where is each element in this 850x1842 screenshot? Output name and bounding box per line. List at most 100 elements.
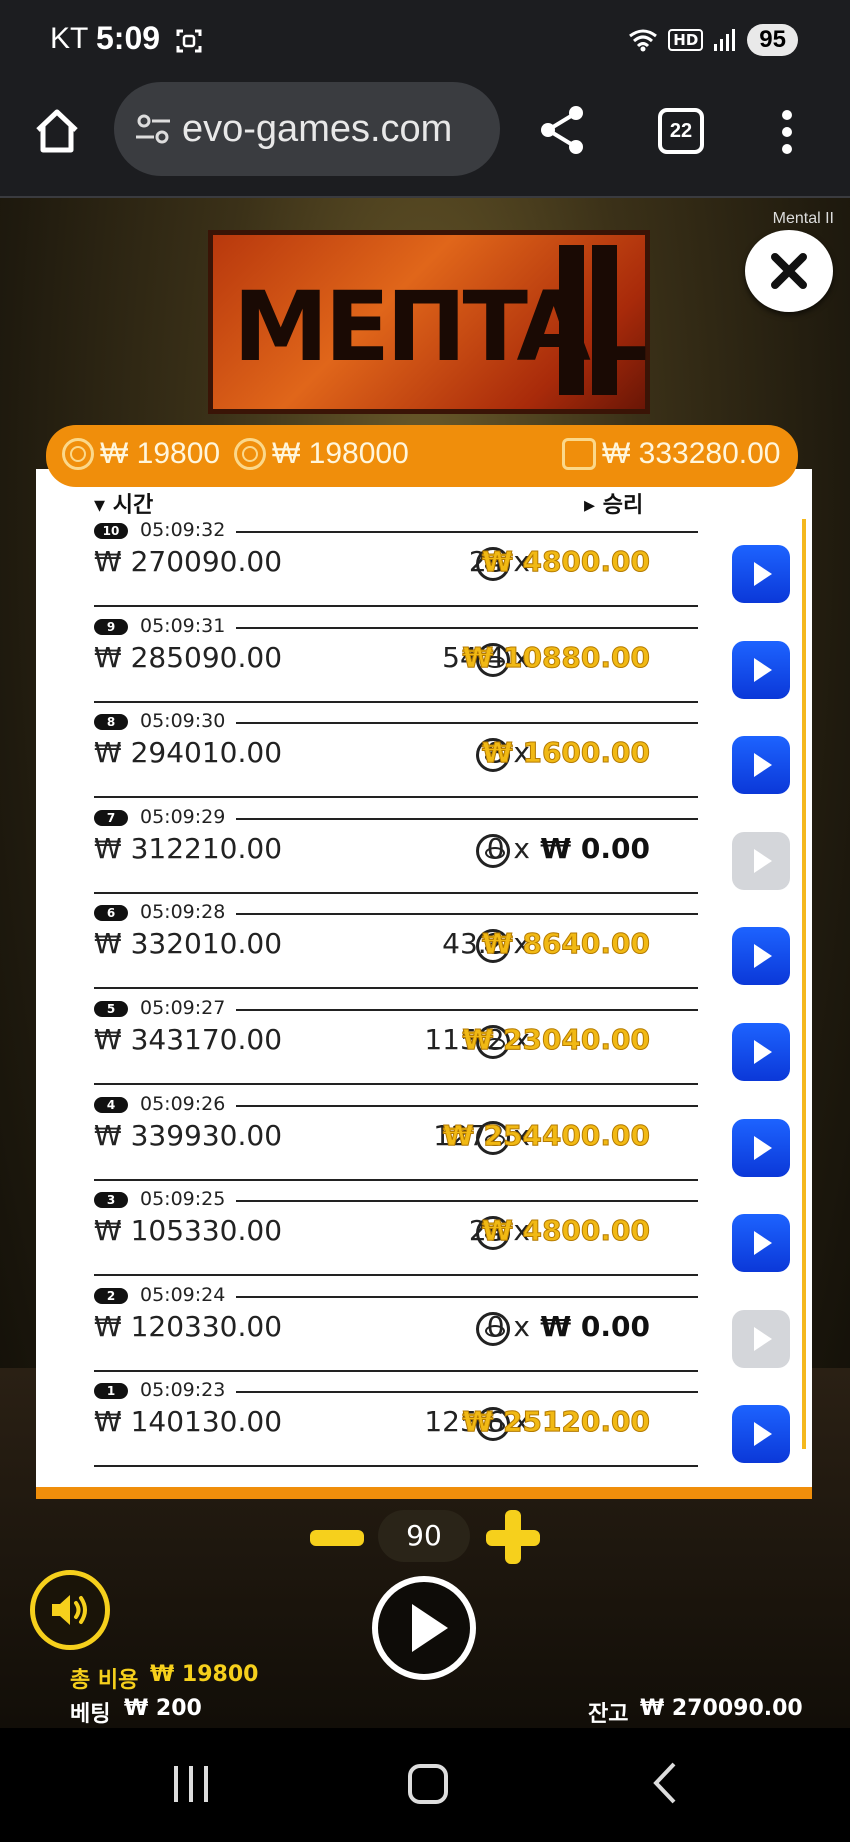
round-win: ₩ 0.00: [540, 1309, 650, 1343]
round-balance: ₩ 343170.00: [94, 1023, 283, 1056]
game-viewport: MEΠTAL Mental II ▾ 시간 ▸ 승리 10 05:09:32 ₩ 2…: [0, 198, 850, 1728]
history-row: 2 05:09:24 ₩ 120330.00 0 x ₩ 0.00: [94, 1284, 794, 1380]
close-history-button[interactable]: [745, 230, 833, 312]
bet-value: ₩ 200: [124, 1696, 202, 1721]
round-number-badge: 7: [94, 809, 128, 826]
stepper-value: 90: [378, 1510, 470, 1562]
round-time: 05:09:32: [140, 519, 226, 541]
divider: [236, 1391, 698, 1394]
round-time: 05:09:31: [140, 614, 226, 637]
battery-indicator: 95: [747, 24, 798, 56]
balance-label: 잔고: [588, 1702, 629, 1727]
round-win: ₩ 8640.00: [481, 927, 650, 961]
replay-button[interactable]: [732, 1405, 790, 1464]
bet-stepper[interactable]: 90: [310, 1510, 540, 1564]
divider: [94, 1178, 698, 1181]
divider: [236, 1104, 698, 1107]
replay-button[interactable]: [732, 1023, 790, 1081]
round-time: 05:09:27: [140, 997, 226, 1019]
divider: [94, 1369, 698, 1372]
summary-header: ₩ 19800 ₩ 198000 ₩ 333280.00: [46, 425, 798, 487]
round-win: ₩ 4800.00: [481, 545, 650, 579]
round-win: ₩ 10880.00: [462, 640, 651, 674]
coin-icon: [476, 833, 510, 868]
divider: [94, 605, 698, 607]
history-row: 1 05:09:23 ₩ 140130.00 125.6 x ₩ 25120.00: [94, 1379, 794, 1475]
more-menu-icon[interactable]: [782, 110, 792, 154]
history-row: 4 05:09:26 ₩ 339930.00 1272 x ₩ 254400.00: [94, 1093, 794, 1189]
max-win-summary: ₩ 198000: [234, 437, 409, 471]
round-win: ₩ 0.00: [540, 831, 650, 865]
round-time: 05:09:26: [140, 1092, 226, 1115]
divider: [94, 987, 698, 990]
home-icon[interactable]: [32, 106, 82, 156]
recent-apps-icon[interactable]: [172, 1764, 210, 1804]
round-time: 05:09:25: [140, 1188, 226, 1211]
round-number-badge: 4: [94, 1096, 128, 1113]
history-list[interactable]: ▾ 시간 ▸ 승리 10 05:09:32 ₩ 270090.00 24 x ₩ 480…: [36, 469, 812, 1499]
decrease-button[interactable]: [310, 1530, 364, 1546]
status-bar: KT 5:09 HD 95: [0, 0, 850, 82]
round-number-badge: 6: [94, 905, 128, 922]
scrollbar[interactable]: [802, 519, 806, 1449]
round-win: ₩ 25120.00: [462, 1405, 651, 1439]
divider: [236, 626, 698, 629]
speaker-icon: [52, 1595, 87, 1625]
divider: [236, 531, 698, 533]
site-settings-icon[interactable]: [132, 108, 174, 150]
autoplay-start-button[interactable]: [372, 1576, 476, 1680]
wallet-icon: [562, 438, 596, 470]
sound-toggle-button[interactable]: [30, 1570, 110, 1650]
win-column-label: 승리: [602, 493, 644, 518]
home-nav-icon[interactable]: [406, 1762, 450, 1806]
replay-button[interactable]: [732, 831, 790, 890]
history-row: 8 05:09:30 ₩ 294010.00 8 x ₩ 1600.00: [94, 710, 794, 806]
replay-button[interactable]: [732, 545, 790, 603]
address-bar[interactable]: evo-games.com: [114, 82, 500, 176]
increase-button[interactable]: [486, 1510, 540, 1564]
round-number-badge: 10: [94, 523, 128, 539]
system-nav-bar: [0, 1728, 850, 1842]
replay-button[interactable]: [732, 736, 790, 795]
coin-icon: [62, 438, 94, 470]
history-row: 7 05:09:29 ₩ 312210.00 0 x ₩ 0.00: [94, 806, 794, 902]
round-number-badge: 1: [94, 1383, 128, 1400]
round-balance: ₩ 294010.00: [94, 736, 283, 770]
divider: [236, 913, 698, 916]
round-win: ₩ 254400.00: [442, 1118, 650, 1152]
replay-button[interactable]: [732, 927, 790, 986]
round-number-badge: 2: [94, 1287, 128, 1304]
divider: [236, 1295, 698, 1298]
tab-switcher-button[interactable]: 22: [658, 108, 704, 154]
history-panel: ▾ 시간 ▸ 승리 10 05:09:32 ₩ 270090.00 24 x ₩ 480…: [36, 425, 812, 1499]
round-number-badge: 9: [94, 618, 128, 635]
round-time: 05:09:29: [140, 805, 226, 828]
round-win: ₩ 23040.00: [462, 1023, 651, 1057]
time-column-label: 시간: [112, 493, 154, 518]
sort-time-header[interactable]: ▾ 시간: [94, 487, 153, 519]
divider: [236, 1009, 698, 1011]
replay-button[interactable]: [732, 1214, 790, 1273]
clock: 5:09: [96, 20, 161, 56]
coin-icon: [476, 1311, 510, 1346]
sort-win-header[interactable]: ▸ 승리: [584, 487, 643, 519]
total-cost-value: ₩ 19800: [150, 1662, 259, 1687]
divider: [94, 891, 698, 894]
close-icon: [771, 253, 807, 289]
replay-button[interactable]: [732, 1118, 790, 1177]
round-number-badge: 3: [94, 1192, 128, 1209]
round-balance: ₩ 332010.00: [94, 927, 283, 961]
divider: [94, 1083, 698, 1085]
replay-button[interactable]: [732, 640, 790, 699]
hd-voice-icon: HD: [668, 29, 704, 51]
replay-button[interactable]: [732, 1309, 790, 1368]
round-time: 05:09:30: [140, 710, 226, 733]
divider: [236, 722, 698, 725]
round-balance: ₩ 270090.00: [94, 545, 283, 578]
wifi-icon: [629, 29, 658, 52]
round-balance: ₩ 105330.00: [94, 1214, 283, 1248]
round-balance: ₩ 339930.00: [94, 1118, 283, 1152]
share-icon[interactable]: [538, 104, 586, 156]
total-cost-label: 총 비용: [70, 1668, 139, 1693]
back-icon[interactable]: [650, 1760, 680, 1806]
